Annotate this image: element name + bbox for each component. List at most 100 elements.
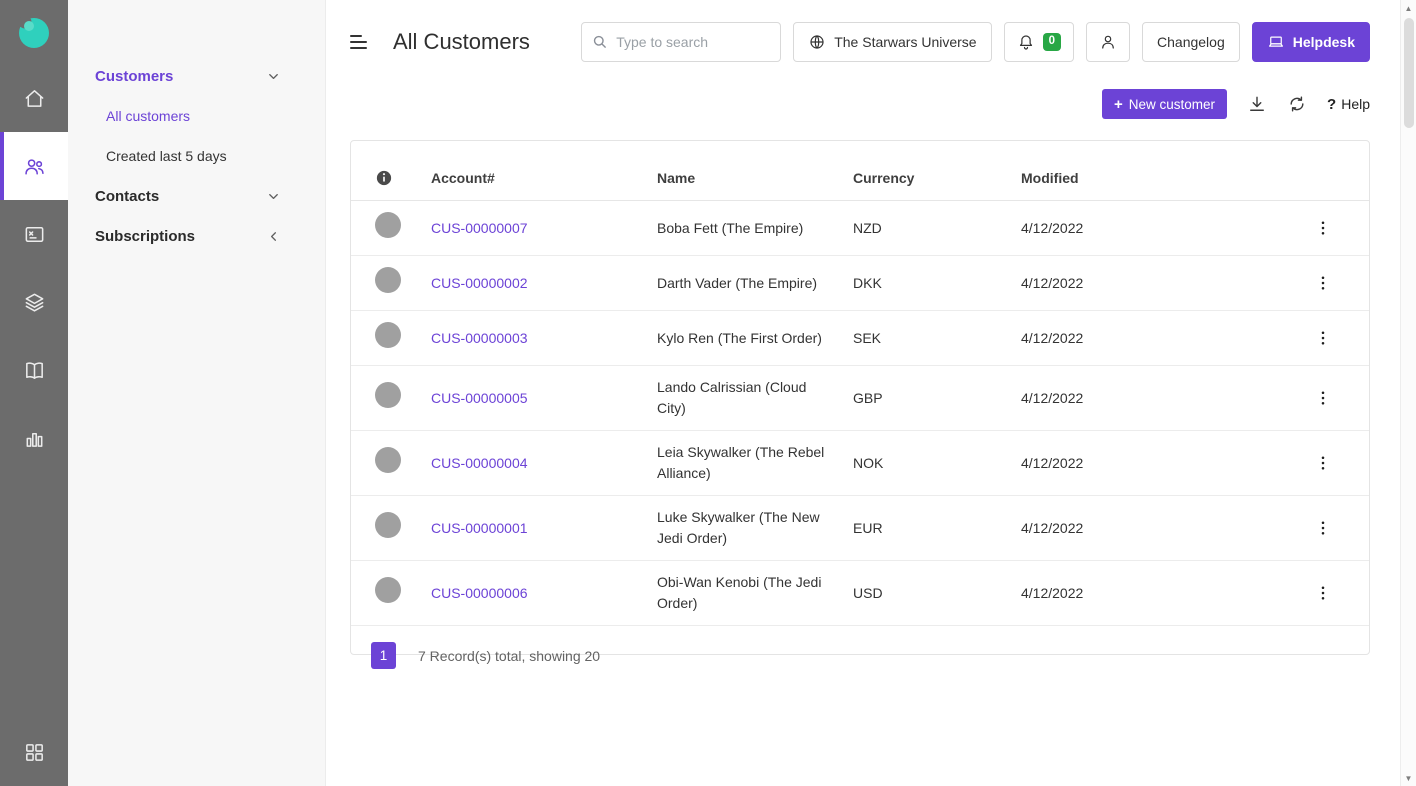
- download-icon[interactable]: [1247, 94, 1267, 114]
- account-link[interactable]: CUS-00000006: [431, 585, 528, 601]
- column-header-name[interactable]: Name: [657, 170, 853, 186]
- grid-icon: [23, 741, 46, 764]
- row-actions-kebab-icon[interactable]: [1295, 584, 1351, 602]
- sidebar-section-subscriptions[interactable]: Subscriptions: [68, 216, 325, 256]
- currency-value: DKK: [853, 273, 1021, 294]
- plus-icon: +: [1114, 96, 1123, 113]
- book-icon: [23, 359, 46, 382]
- sidebar-section-customers[interactable]: Customers: [68, 56, 325, 96]
- help-link[interactable]: ? Help: [1327, 96, 1370, 113]
- changelog-label: Changelog: [1157, 34, 1225, 50]
- search-icon: [591, 33, 608, 50]
- row-actions-kebab-icon[interactable]: [1295, 454, 1351, 472]
- customers-icon: [23, 155, 46, 178]
- account-link[interactable]: CUS-00000003: [431, 330, 528, 346]
- modified-date: 4/12/2022: [1021, 583, 1295, 604]
- currency-value: GBP: [853, 388, 1021, 409]
- account-link[interactable]: CUS-00000001: [431, 520, 528, 536]
- sidebar-section-label: Subscriptions: [95, 228, 195, 245]
- row-actions-kebab-icon[interactable]: [1295, 389, 1351, 407]
- search-input[interactable]: [581, 22, 781, 62]
- scroll-up-arrow[interactable]: ▲: [1401, 0, 1416, 16]
- account-link[interactable]: CUS-00000007: [431, 220, 528, 236]
- home-icon: [23, 87, 46, 110]
- app-logo[interactable]: [0, 0, 68, 64]
- helpdesk-button[interactable]: Helpdesk: [1252, 22, 1370, 62]
- modified-date: 4/12/2022: [1021, 218, 1295, 239]
- sidebar-section-label: Customers: [95, 68, 173, 85]
- modified-date: 4/12/2022: [1021, 273, 1295, 294]
- currency-value: NZD: [853, 218, 1021, 239]
- column-header-account[interactable]: Account#: [431, 170, 657, 186]
- notifications-button[interactable]: 0: [1004, 22, 1074, 62]
- sidebar-item-all-customers[interactable]: All customers: [68, 96, 325, 136]
- avatar: [375, 212, 401, 238]
- sidebar-item-created-last-5-days[interactable]: Created last 5 days: [68, 136, 325, 176]
- rail-item-products[interactable]: [0, 268, 68, 336]
- menu-toggle-icon[interactable]: [350, 35, 367, 49]
- scrollbar-track[interactable]: [1401, 16, 1416, 770]
- rail-item-reports[interactable]: [0, 404, 68, 472]
- new-customer-button[interactable]: + New customer: [1102, 89, 1227, 119]
- avatar: [375, 577, 401, 603]
- top-bar: All Customers The Starwars Universe 0 Ch…: [350, 0, 1370, 84]
- customer-name: Boba Fett (The Empire): [657, 218, 853, 239]
- bell-icon: [1017, 33, 1035, 51]
- table-row: CUS-00000004 Leia Skywalker (The Rebel A…: [351, 431, 1369, 496]
- sidebar-item-label: Created last 5 days: [106, 148, 227, 164]
- rail-item-apps[interactable]: [0, 718, 68, 786]
- modified-date: 4/12/2022: [1021, 453, 1295, 474]
- currency-value: EUR: [853, 518, 1021, 539]
- refresh-icon[interactable]: [1287, 94, 1307, 114]
- account-link[interactable]: CUS-00000002: [431, 275, 528, 291]
- vertical-scrollbar[interactable]: ▲ ▼: [1400, 0, 1416, 786]
- column-header-modified[interactable]: Modified: [1021, 170, 1295, 186]
- column-header-currency[interactable]: Currency: [853, 170, 1021, 186]
- layers-icon: [23, 291, 46, 314]
- currency-value: SEK: [853, 328, 1021, 349]
- help-label: Help: [1341, 96, 1370, 112]
- modified-date: 4/12/2022: [1021, 388, 1295, 409]
- tenant-label: The Starwars Universe: [834, 34, 976, 50]
- customer-name: Kylo Ren (The First Order): [657, 328, 853, 349]
- billing-icon: [23, 223, 46, 246]
- table-header-row: Account# Name Currency Modified: [351, 155, 1369, 201]
- rail-item-customers[interactable]: [0, 132, 68, 200]
- icon-rail: [0, 0, 68, 786]
- row-actions-kebab-icon[interactable]: [1295, 519, 1351, 537]
- sidebar-section-contacts[interactable]: Contacts: [68, 176, 325, 216]
- avatar: [375, 322, 401, 348]
- table-row: CUS-00000005 Lando Calrissian (Cloud Cit…: [351, 366, 1369, 431]
- currency-value: USD: [853, 583, 1021, 604]
- rail-item-documentation[interactable]: [0, 336, 68, 404]
- row-actions-kebab-icon[interactable]: [1295, 329, 1351, 347]
- main-content: All Customers The Starwars Universe 0 Ch…: [326, 0, 1400, 786]
- account-link[interactable]: CUS-00000005: [431, 390, 528, 406]
- modified-date: 4/12/2022: [1021, 328, 1295, 349]
- rail-item-home[interactable]: [0, 64, 68, 132]
- row-actions-kebab-icon[interactable]: [1295, 274, 1351, 292]
- avatar: [375, 267, 401, 293]
- table-row: CUS-00000007 Boba Fett (The Empire) NZD …: [351, 201, 1369, 256]
- profile-button[interactable]: [1086, 22, 1130, 62]
- logo-icon: [15, 13, 53, 51]
- scrollbar-thumb[interactable]: [1404, 18, 1414, 128]
- globe-icon: [808, 33, 826, 51]
- user-icon: [1099, 33, 1117, 51]
- rail-item-billing[interactable]: [0, 200, 68, 268]
- top-right-controls: The Starwars Universe 0 Changelog Helpde…: [581, 22, 1370, 62]
- sidebar: Customers All customers Created last 5 d…: [68, 0, 326, 786]
- sidebar-item-label: All customers: [106, 108, 190, 124]
- info-icon[interactable]: [375, 169, 393, 187]
- tenant-button[interactable]: The Starwars Universe: [793, 22, 991, 62]
- table-toolbar: + New customer ? Help: [350, 86, 1370, 122]
- table-row: CUS-00000003 Kylo Ren (The First Order) …: [351, 311, 1369, 366]
- avatar: [375, 512, 401, 538]
- scroll-down-arrow[interactable]: ▼: [1401, 770, 1416, 786]
- page-1-button[interactable]: 1: [371, 642, 396, 669]
- account-link[interactable]: CUS-00000004: [431, 455, 528, 471]
- row-actions-kebab-icon[interactable]: [1295, 219, 1351, 237]
- table-row: CUS-00000006 Obi-Wan Kenobi (The Jedi Or…: [351, 561, 1369, 626]
- page-title: All Customers: [393, 29, 530, 55]
- changelog-button[interactable]: Changelog: [1142, 22, 1240, 62]
